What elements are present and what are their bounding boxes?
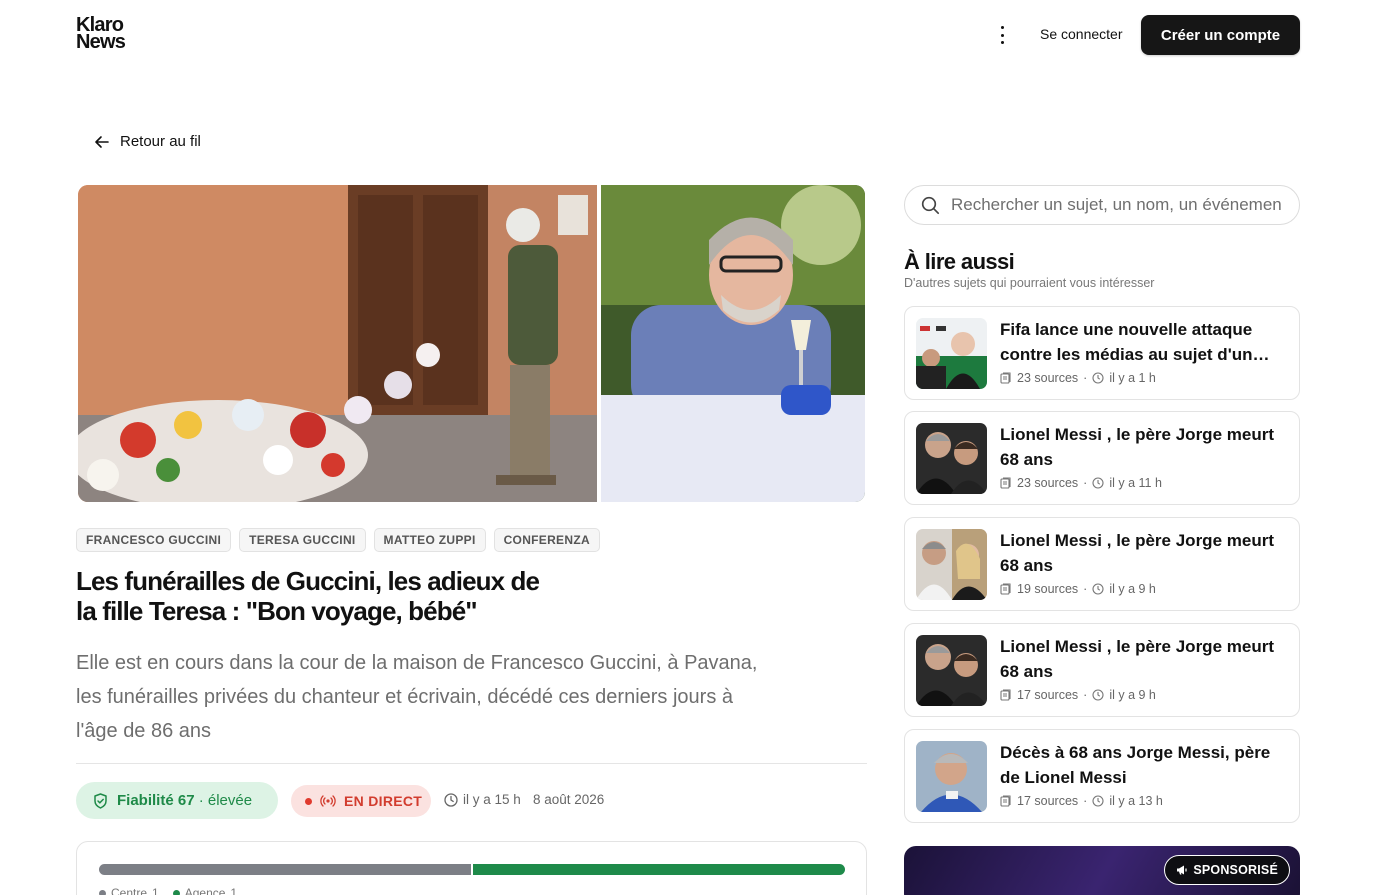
related-card-sources: 19 sources (1017, 582, 1079, 596)
more-options-icon[interactable] (994, 26, 1010, 44)
arrow-left-icon (95, 135, 109, 148)
related-card-title: Fifa lance une nouvelle attaque contre l… (1000, 320, 1253, 364)
separator: · (1083, 371, 1088, 385)
back-link-label: Retour au fil (120, 133, 201, 150)
coverage-bar (99, 864, 845, 875)
related-card[interactable]: Lionel Messi , le père Jorge meurt 68 an… (904, 411, 1300, 505)
related-card[interactable]: Fifa lance une nouvelle attaque contre l… (904, 306, 1300, 400)
login-link[interactable]: Se connecter (1040, 26, 1123, 42)
legend-centre-count: 1 (152, 886, 159, 895)
tag-chip[interactable]: FRANCESCO GUCCINI (76, 528, 232, 552)
reliability-badge[interactable]: Fiabilité 67 · élevée (76, 782, 278, 819)
shield-check-icon (94, 792, 107, 809)
related-heading: À lire aussi (904, 249, 1015, 274)
related-card-sources: 23 sources (1017, 476, 1079, 490)
sources-icon (1000, 583, 1011, 595)
related-card-title: Lionel Messi , le père Jorge meurt 68 an… (1000, 637, 1274, 681)
legend-centre-label: Centre (111, 886, 148, 895)
legend-agence-label: Agence (184, 886, 226, 895)
clock-icon (444, 792, 458, 807)
related-thumbnail (916, 529, 987, 600)
reliability-score: 67 (177, 792, 195, 809)
article-lead: Elle est en cours dans la cour de la mai… (76, 652, 758, 742)
legend-centre: Centre 1 (99, 886, 159, 895)
reliability-level: · élevée (198, 792, 253, 809)
back-link[interactable]: Retour au fil (94, 133, 201, 150)
related-card-sources: 17 sources (1017, 688, 1079, 702)
coverage-bar-centre (99, 864, 471, 875)
coverage-card: Centre 1 Agence 1 (76, 841, 867, 895)
related-card-title: Décès à 68 ans Jorge Messi, père de Lion… (1000, 743, 1271, 787)
reliability-label: Fiabilité (117, 792, 174, 809)
related-card-time: il y a 1 h (1109, 371, 1156, 385)
sources-icon (1000, 795, 1011, 807)
related-card-sources: 17 sources (1017, 794, 1079, 808)
related-card[interactable]: Décès à 68 ans Jorge Messi, père de Lion… (904, 729, 1300, 823)
related-card-title: Lionel Messi , le père Jorge meurt 68 an… (1000, 425, 1274, 469)
clock-icon (1092, 689, 1104, 701)
related-thumbnail (916, 318, 987, 389)
brand-logo[interactable]: Klaro News (76, 15, 126, 53)
related-card-meta: 23 sources · il y a 1 h (1000, 371, 1156, 385)
related-subheading: D'autres sujets qui pourraient vous inté… (904, 276, 1155, 290)
coverage-legend: Centre 1 Agence 1 (99, 886, 237, 895)
clock-icon (1092, 372, 1104, 384)
clock-icon (1092, 477, 1104, 489)
sources-icon (1000, 372, 1011, 384)
coverage-bar-agence (473, 864, 845, 875)
signup-button[interactable]: Créer un compte (1141, 15, 1300, 55)
hero-photo-memorial (78, 185, 597, 502)
article-date: 8 août 2026 (533, 792, 605, 807)
sponsored-badge: SPONSORISÉ (1164, 855, 1290, 885)
time-ago: il y a 15 h (463, 792, 521, 807)
related-card-sources: 23 sources (1017, 371, 1079, 385)
separator: · (1083, 476, 1088, 490)
search-bar[interactable] (904, 185, 1300, 225)
live-dot-icon (305, 797, 312, 805)
separator: · (1083, 794, 1088, 808)
related-card[interactable]: Lionel Messi , le père Jorge meurt 68 an… (904, 623, 1300, 717)
related-thumbnail (916, 741, 987, 812)
related-card-time: il y a 13 h (1109, 794, 1163, 808)
tag-chip[interactable]: CONFERENZA (493, 528, 600, 552)
related-card-meta: 17 sources · il y a 9 h (1000, 688, 1156, 702)
article-time: il y a 15 h (444, 792, 521, 807)
related-card[interactable]: Lionel Messi , le père Jorge meurt 68 an… (904, 517, 1300, 611)
sponsored-label: SPONSORISÉ (1193, 863, 1278, 877)
live-badge: EN DIRECT (291, 785, 431, 817)
clock-icon (1092, 795, 1104, 807)
broadcast-icon (320, 795, 336, 807)
related-card-meta: 19 sources · il y a 9 h (1000, 582, 1156, 596)
megaphone-icon (1177, 865, 1187, 875)
tag-chip[interactable]: MATTEO ZUPPI (373, 528, 486, 552)
related-thumbnail (916, 423, 987, 494)
search-input[interactable] (951, 195, 1281, 215)
related-card-time: il y a 9 h (1109, 688, 1156, 702)
brand-logo-line2: News (76, 31, 126, 53)
search-icon (921, 196, 940, 214)
sources-icon (1000, 477, 1011, 489)
related-card-title: Lionel Messi , le père Jorge meurt 68 an… (1000, 531, 1274, 575)
related-thumbnail (916, 635, 987, 706)
related-card-time: il y a 9 h (1109, 582, 1156, 596)
separator: · (1083, 688, 1088, 702)
tag-chip[interactable]: TERESA GUCCINI (239, 528, 366, 552)
article-tags: FRANCESCO GUCCINI TERESA GUCCINI MATTEO … (76, 528, 600, 552)
hero-photo-portrait (601, 185, 865, 502)
sponsored-banner[interactable]: SPONSORISÉ (904, 846, 1300, 895)
divider (76, 763, 867, 764)
related-card-meta: 17 sources · il y a 13 h (1000, 794, 1163, 808)
legend-agence: Agence 1 (172, 886, 238, 895)
article-hero-image (78, 185, 865, 502)
related-card-meta: 23 sources · il y a 11 h (1000, 476, 1162, 490)
clock-icon (1092, 583, 1104, 595)
article-title: Les funérailles de Guccini, les adieux d… (76, 566, 540, 626)
reliability-text: Fiabilité 67 · élevée (117, 792, 252, 809)
live-label: EN DIRECT (344, 793, 423, 809)
legend-agence-count: 1 (230, 886, 238, 895)
separator: · (1083, 582, 1088, 596)
sources-icon (1000, 689, 1011, 701)
related-card-time: il y a 11 h (1109, 476, 1162, 490)
